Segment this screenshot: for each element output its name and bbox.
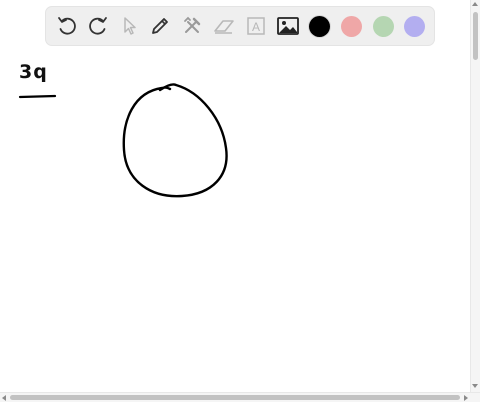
image-icon: [277, 17, 299, 35]
color-green-swatch[interactable]: [373, 16, 394, 37]
select-button[interactable]: [116, 13, 142, 39]
drawing-toolbar: A: [45, 6, 435, 46]
eraser-icon: [214, 20, 234, 34]
eraser-button[interactable]: [211, 13, 237, 39]
scroll-right-arrow-icon[interactable]: [464, 395, 468, 401]
crossed-tools-icon: [184, 16, 201, 33]
drawing-canvas[interactable]: 3q: [0, 0, 470, 392]
color-purple-swatch[interactable]: [404, 16, 425, 37]
ink-layer: [18, 83, 228, 198]
vertical-scroll-thumb[interactable]: [473, 12, 478, 60]
pen-button[interactable]: [147, 13, 173, 39]
horizontal-scrollbar[interactable]: [0, 392, 480, 402]
horizontal-scroll-thumb[interactable]: [10, 395, 460, 400]
circle-stroke: [122, 83, 228, 198]
scroll-up-arrow-icon[interactable]: [472, 2, 478, 6]
pencil-icon: [152, 18, 168, 34]
redo-icon: [89, 17, 107, 35]
vertical-scrollbar[interactable]: [470, 0, 480, 392]
color-black-swatch[interactable]: [309, 16, 330, 37]
undo-button[interactable]: [54, 13, 80, 39]
redo-button[interactable]: [85, 13, 111, 39]
image-button[interactable]: [275, 13, 301, 39]
undo-icon: [58, 17, 76, 35]
text-box-icon: A: [247, 17, 265, 35]
color-red-swatch[interactable]: [341, 16, 362, 37]
pointer-icon: [124, 17, 136, 35]
scroll-left-arrow-icon[interactable]: [2, 395, 6, 401]
label-underline-stroke: [18, 94, 57, 99]
text-tool-letter: A: [252, 20, 260, 34]
scroll-down-arrow-icon[interactable]: [472, 384, 478, 388]
tools-button[interactable]: [179, 13, 205, 39]
text-button[interactable]: A: [243, 13, 269, 39]
